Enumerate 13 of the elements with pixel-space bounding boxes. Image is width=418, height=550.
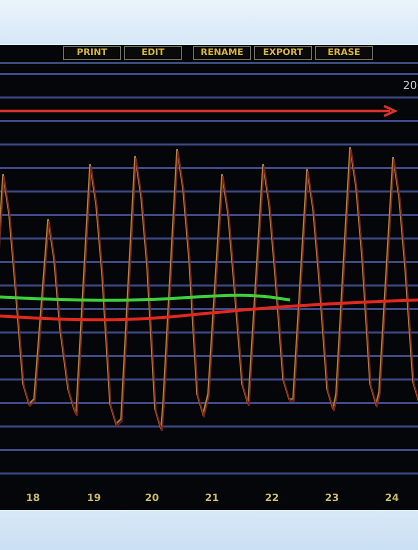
axis-tick-label: 23: [325, 493, 339, 504]
toolbar-button[interactable]: EDIT: [124, 46, 182, 60]
toolbar-button[interactable]: RENAME: [193, 46, 251, 60]
axis-tick-label: 20: [145, 493, 159, 504]
axis-tick-label: 19: [87, 493, 101, 504]
toolbar-button[interactable]: ERASE: [315, 46, 373, 60]
toolbar-button[interactable]: PRINT: [63, 46, 121, 60]
axis-tick-label: 22: [265, 493, 279, 504]
axis-tick-label: 24: [385, 493, 399, 504]
axis-tick-label: 18: [26, 493, 40, 504]
axis-tick-label: 21: [205, 493, 219, 504]
toolbar-button[interactable]: EXPORT: [254, 46, 312, 60]
value-label: 20: [403, 79, 417, 92]
